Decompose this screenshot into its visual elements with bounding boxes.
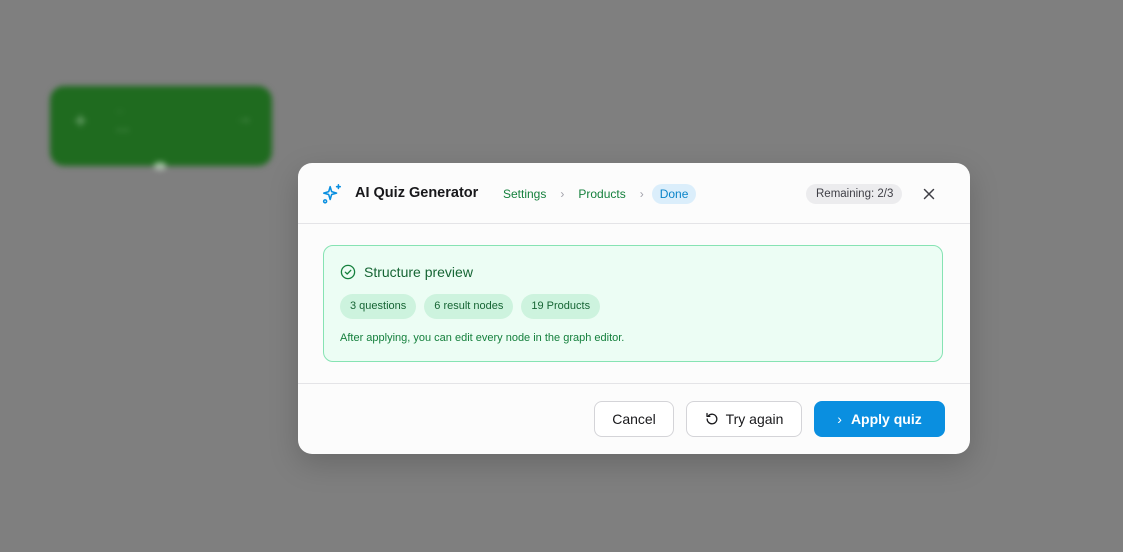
apply-quiz-button-label: Apply quiz [850,411,922,427]
chevron-right-icon: › [837,411,842,427]
sparkles-icon [322,184,342,204]
preview-stats: 3 questions 6 result nodes 19 Products [340,294,601,319]
dialog-title: AI Quiz Generator [355,185,479,201]
cancel-button-label: Cancel [612,411,656,427]
node-connector-handle [154,162,166,170]
try-again-button[interactable]: Try again [686,401,802,437]
rotate-ccw-icon [705,412,717,425]
try-again-button-label: Try again [725,411,784,427]
remaining-badge: Remaining: 2/3 [806,184,903,204]
stat-chip-result-nodes: 6 result nodes [424,294,514,319]
background-node-title: ... [116,118,130,135]
stat-chip-products: 19 Products [521,294,601,319]
structure-preview-card: Structure preview 3 questions 6 result n… [323,245,943,362]
chevron-right-icon: › [639,187,644,201]
background-node: + ... ... → [50,86,272,170]
step-settings[interactable]: Settings [503,184,546,204]
close-icon[interactable] [920,185,938,203]
dialog-body: Structure preview 3 questions 6 result n… [298,224,970,384]
dialog-header: AI Quiz Generator Settings › Products › … [298,163,970,224]
preview-note: After applying, you can edit every node … [340,332,625,344]
step-done[interactable]: Done [651,184,697,204]
plus-icon: + [74,108,87,133]
dialog-footer: Cancel Try again › Apply quiz [298,384,970,454]
ai-quiz-generator-dialog: AI Quiz Generator Settings › Products › … [298,163,970,454]
preview-title: Structure preview [364,264,473,280]
wizard-steps: Settings › Products › Done [503,184,697,204]
stat-chip-questions: 3 questions [340,294,417,319]
check-circle-icon [340,264,356,280]
step-products[interactable]: Products [578,184,625,204]
chevron-right-icon: › [560,187,565,201]
background-node-subtitle: ... [116,104,124,114]
arrow-right-icon: → [236,110,252,127]
cancel-button[interactable]: Cancel [594,401,674,437]
apply-quiz-button[interactable]: › Apply quiz [814,401,945,437]
